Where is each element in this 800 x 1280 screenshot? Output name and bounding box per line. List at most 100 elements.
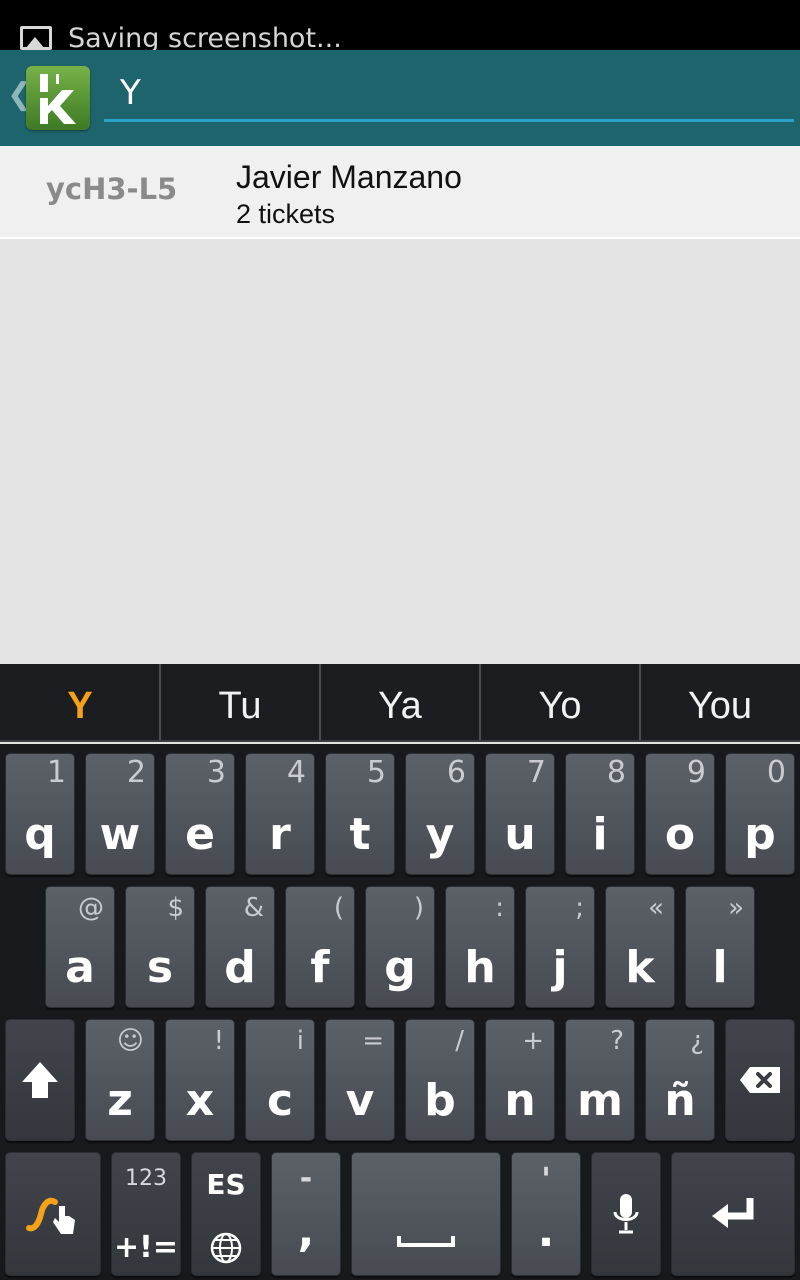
key-k[interactable]: «k [605,886,675,1008]
swype-key[interactable] [5,1152,101,1276]
key-q[interactable]: 1q [5,753,75,875]
app-logo-icon[interactable] [26,66,90,130]
key-y[interactable]: 6y [405,753,475,875]
key-p[interactable]: 0p [725,753,795,875]
key-w[interactable]: 2w [85,753,155,875]
key-c[interactable]: ic [245,1019,315,1141]
key-alt-label: « [648,893,664,923]
key-label: b [424,1075,456,1126]
key-a[interactable]: @ a [45,886,115,1008]
key-l[interactable]: » l [685,886,755,1008]
backspace-key[interactable] [725,1019,795,1141]
key-alt-label: 8 [606,755,626,790]
key-label: n [504,1075,536,1126]
suggestion-item[interactable]: You [640,664,800,740]
key-label: j [552,942,568,993]
key-alt-label: 0 [766,755,786,790]
space-bar-icon [352,1153,500,1275]
space-key[interactable] [351,1152,501,1276]
key-d[interactable]: & d [205,886,275,1008]
key-z[interactable]: ☺ z [85,1019,155,1141]
language-key[interactable]: ES [191,1152,261,1276]
key-label: a [65,942,95,993]
search-field[interactable] [104,68,794,122]
comma-key[interactable]: - , [271,1152,341,1276]
key-g[interactable]: ) g [365,886,435,1008]
key-m[interactable]: ? m [565,1019,635,1141]
key-label: q [24,809,56,860]
image-icon [20,26,52,50]
list-item[interactable]: ycH3-L5 Javier Manzano 2 tickets [0,146,800,239]
key-o[interactable]: 9o [645,753,715,875]
key-alt-label: 123 [125,1166,167,1191]
suggestion-item[interactable]: Tu [160,664,320,740]
key-label: c [266,1075,294,1126]
key-alt-label: & [243,893,264,923]
enter-icon [672,1153,794,1275]
key-label: v [345,1075,375,1126]
screen: Saving screenshot... ❮ ycH3-L5 Javier Ma… [0,0,800,1280]
key-label: p [744,809,776,860]
key-label: r [269,809,291,860]
key-h[interactable]: :h [445,886,515,1008]
search-input[interactable] [120,68,780,118]
key-label: ñ [664,1075,696,1126]
microphone-icon [592,1153,660,1275]
key-alt-label: @ [78,893,104,923]
key-n[interactable]: + n [485,1019,555,1141]
key-alt-label: ? [610,1026,624,1056]
shift-key[interactable] [5,1019,75,1141]
key-j[interactable]: ; j [525,886,595,1008]
key-alt-label: : [495,893,504,923]
key-s[interactable]: $ s [125,886,195,1008]
key-label: . [537,1206,555,1257]
key-label: y [425,809,455,860]
symbols-key[interactable]: 123 +!= [111,1152,181,1276]
period-key[interactable]: ' . [511,1152,581,1276]
key-b[interactable]: / b [405,1019,475,1141]
key-v[interactable]: = v [325,1019,395,1141]
enter-key[interactable] [671,1152,795,1276]
key-alt-label: ! [213,1026,224,1056]
suggestion-item[interactable]: Yo [480,664,640,740]
status-bar: Saving screenshot... [0,0,800,54]
key-alt-label: ☺ [116,1026,144,1056]
key-u[interactable]: 7u [485,753,555,875]
key-t[interactable]: 5t [325,753,395,875]
key-label: s [146,942,174,993]
key-alt-label: + [522,1026,544,1056]
key-alt-label: 9 [686,755,706,790]
key-i[interactable]: 8i [565,753,635,875]
key-label: d [224,942,256,993]
contact-name: Javier Manzano [236,159,462,195]
voice-input-key[interactable] [591,1152,661,1276]
key-label: i [592,809,608,860]
key-alt-label: » [728,893,744,923]
action-bar: ❮ [0,50,800,146]
key-e[interactable]: 3e [165,753,235,875]
suggestion-bar: Y Tu Ya Yo You [0,664,800,742]
key-n-tilde[interactable]: ¿ ñ [645,1019,715,1141]
key-r[interactable]: 4r [245,753,315,875]
key-alt-label: 5 [366,755,386,790]
key-label: w [99,809,141,860]
key-alt-label: ¿ [690,1026,704,1056]
key-alt-label: ) [413,893,424,923]
key-alt-label: 1 [46,755,66,790]
key-x[interactable]: ! x [165,1019,235,1141]
ticket-code: ycH3-L5 [46,172,178,206]
key-alt-label: 6 [446,755,466,790]
key-alt-label: = [362,1026,384,1056]
key-label: l [712,942,728,993]
key-f[interactable]: (f [285,886,355,1008]
suggestion-item[interactable]: Y [0,664,160,740]
suggestion-item[interactable]: Ya [320,664,480,740]
backspace-icon [726,1020,794,1140]
key-alt-label: ( [333,893,344,923]
key-label: u [504,809,536,860]
shift-arrow-icon [6,1020,74,1140]
swype-icon [6,1153,100,1275]
key-alt-label: 3 [206,755,226,790]
ticket-count: 2 tickets [236,199,336,229]
key-label: o [664,809,696,860]
